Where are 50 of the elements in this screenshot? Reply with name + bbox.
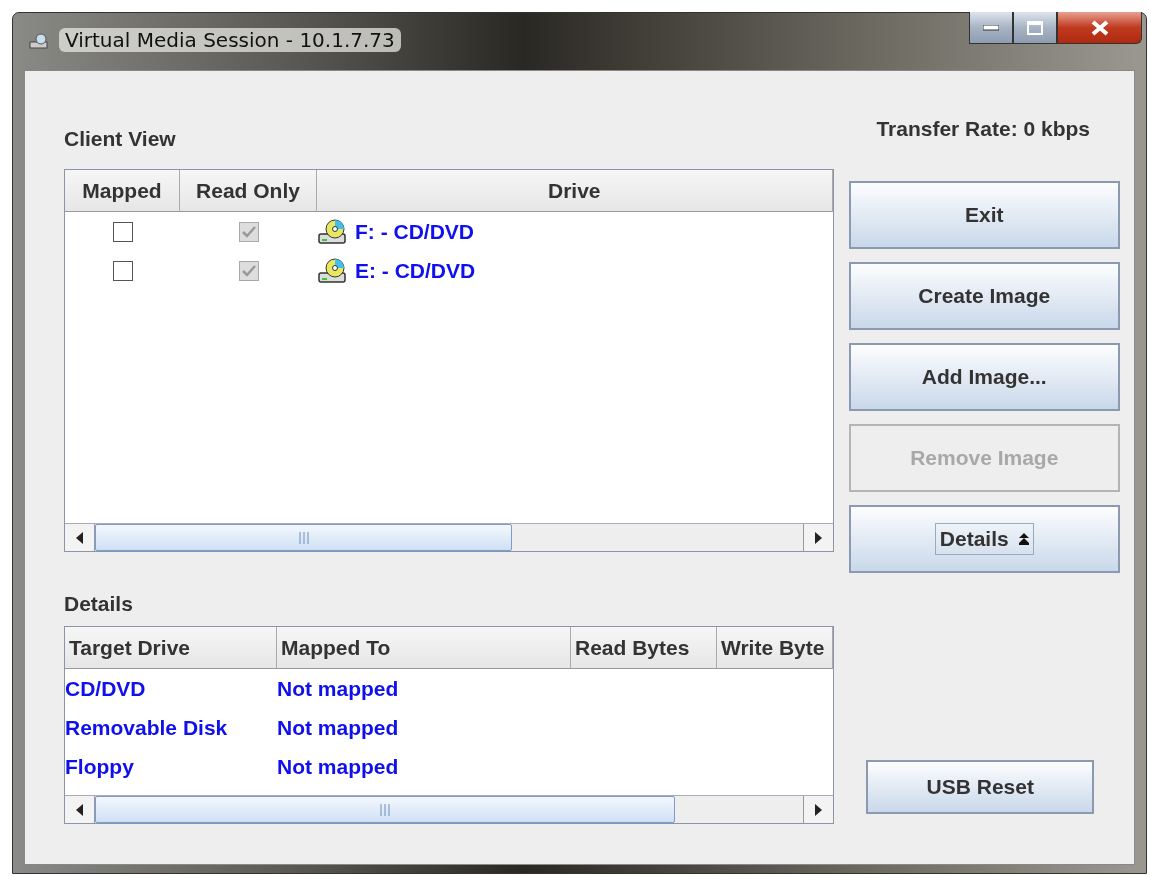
double-up-arrow-icon [1018,533,1029,545]
table-cell-text: Not mapped [277,676,400,701]
left-arrow-icon [75,531,84,544]
column-header[interactable]: Write Byte [717,627,833,669]
grip-icon [380,803,391,816]
minimize-icon [983,24,999,31]
scroll-right-button[interactable] [802,796,833,823]
usb-reset-button[interactable]: USB Reset [866,760,1095,814]
scrollbar-thumb[interactable] [95,524,513,551]
checkbox[interactable] [112,221,133,242]
maximize-button[interactable] [1013,12,1057,44]
column-header[interactable]: Read Only [180,170,317,212]
scroll-left-button[interactable] [65,524,95,551]
table-cell-text: Floppy [65,754,135,779]
window-title: Virtual Media Session - 10.1.7.73 [59,28,401,52]
scroll-left-button[interactable] [65,796,95,823]
scrollbar-thumb[interactable] [95,796,676,823]
drive-name[interactable]: E: - CD/DVD [355,258,476,283]
table-cell-text: Not mapped [277,754,400,779]
close-button[interactable] [1057,12,1142,44]
section-title: Client View [64,127,177,152]
scroll-right-button[interactable] [802,524,833,551]
column-header[interactable]: Target Drive [65,627,277,669]
right-arrow-icon [814,803,822,816]
column-header[interactable]: Drive [317,170,833,212]
cd-drive-icon [317,257,349,284]
action-button[interactable]: Add Image... [848,343,1120,411]
close-icon [1090,19,1109,36]
column-header[interactable]: Mapped To [277,627,571,669]
horizontal-scrollbar[interactable] [65,795,833,823]
column-header[interactable]: Mapped [65,170,180,212]
table-cell-text: CD/DVD [65,676,147,701]
checkbox[interactable] [112,260,133,281]
details-button[interactable]: Details [848,505,1120,573]
horizontal-scrollbar[interactable] [65,523,833,551]
drive-icon [29,33,49,49]
minimize-button[interactable] [969,12,1013,44]
drive-name[interactable]: F: - CD/DVD [355,219,474,244]
action-button[interactable]: Create Image [848,262,1120,330]
transfer-rate: Transfer Rate: 0 kbps [875,117,1091,142]
table-cell-text: Not mapped [277,715,400,740]
action-button[interactable]: Exit [848,181,1120,249]
maximize-icon [1027,20,1043,35]
right-arrow-icon [814,531,822,544]
section-title: Details [64,592,134,617]
table-cell-text: Removable Disk [65,715,229,740]
column-header[interactable]: Read Bytes [571,627,717,669]
left-arrow-icon [75,803,84,816]
grip-icon [298,531,309,544]
cd-drive-icon [317,218,349,245]
